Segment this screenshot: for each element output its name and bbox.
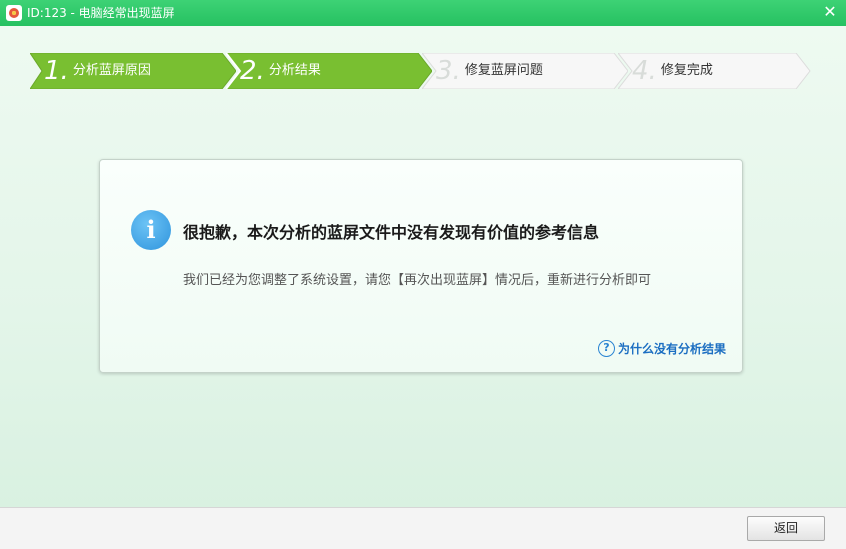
step-label: 修复蓝屏问题 [465, 53, 543, 89]
question-circle-icon: ? [598, 340, 615, 357]
close-button[interactable]: ✕ [820, 2, 840, 22]
step-label: 分析蓝屏原因 [73, 53, 151, 89]
step-number: 3. [436, 53, 461, 89]
result-title: 很抱歉，本次分析的蓝屏文件中没有发现有价值的参考信息 [183, 219, 599, 243]
step-label: 修复完成 [661, 53, 713, 89]
progress-steps: 1. 分析蓝屏原因 2. 分析结果 3. 修复蓝屏问题 4. 修复完成 [30, 53, 812, 89]
why-no-result-link[interactable]: ? 为什么没有分析结果 [598, 340, 726, 357]
step-1: 1. 分析蓝屏原因 [30, 53, 236, 89]
why-no-result-text[interactable]: 为什么没有分析结果 [618, 340, 726, 357]
back-button[interactable]: 返回 [747, 516, 825, 541]
result-description: 我们已经为您调整了系统设置，请您【再次出现蓝屏】情况后，重新进行分析即可 [183, 269, 651, 288]
info-icon: i [131, 210, 171, 250]
app-logo-icon [6, 5, 22, 21]
step-4: 4. 修复完成 [618, 53, 812, 89]
result-panel: i 很抱歉，本次分析的蓝屏文件中没有发现有价值的参考信息 我们已经为您调整了系统… [99, 159, 743, 373]
footer-bar: 返回 [0, 507, 846, 549]
main-content: 1. 分析蓝屏原因 2. 分析结果 3. 修复蓝屏问题 4. 修复完成 [0, 26, 846, 507]
window-title: ID:123 - 电脑经常出现蓝屏 [27, 5, 175, 21]
step-number: 2. [240, 53, 265, 89]
title-bar: ID:123 - 电脑经常出现蓝屏 ✕ [0, 0, 846, 26]
step-2: 2. 分析结果 [226, 53, 432, 89]
step-number: 1. [44, 53, 69, 89]
step-3: 3. 修复蓝屏问题 [422, 53, 628, 89]
step-label: 分析结果 [269, 53, 321, 89]
step-number: 4. [632, 53, 657, 89]
